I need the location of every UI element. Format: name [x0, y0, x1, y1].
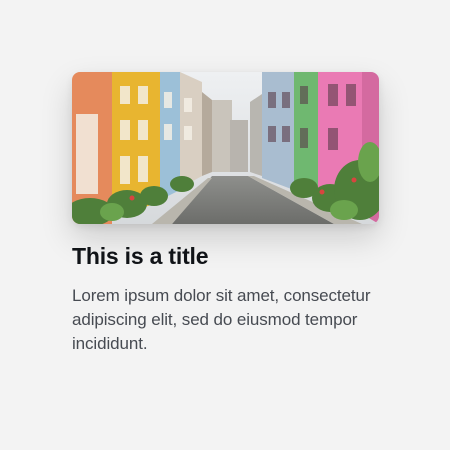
content-card[interactable]: This is a title Lorem ipsum dolor sit am…: [72, 72, 380, 356]
card-title: This is a title: [72, 243, 209, 269]
card-description: Lorem ipsum dolor sit amet, consectetur …: [72, 286, 371, 353]
card-image: [72, 72, 379, 224]
